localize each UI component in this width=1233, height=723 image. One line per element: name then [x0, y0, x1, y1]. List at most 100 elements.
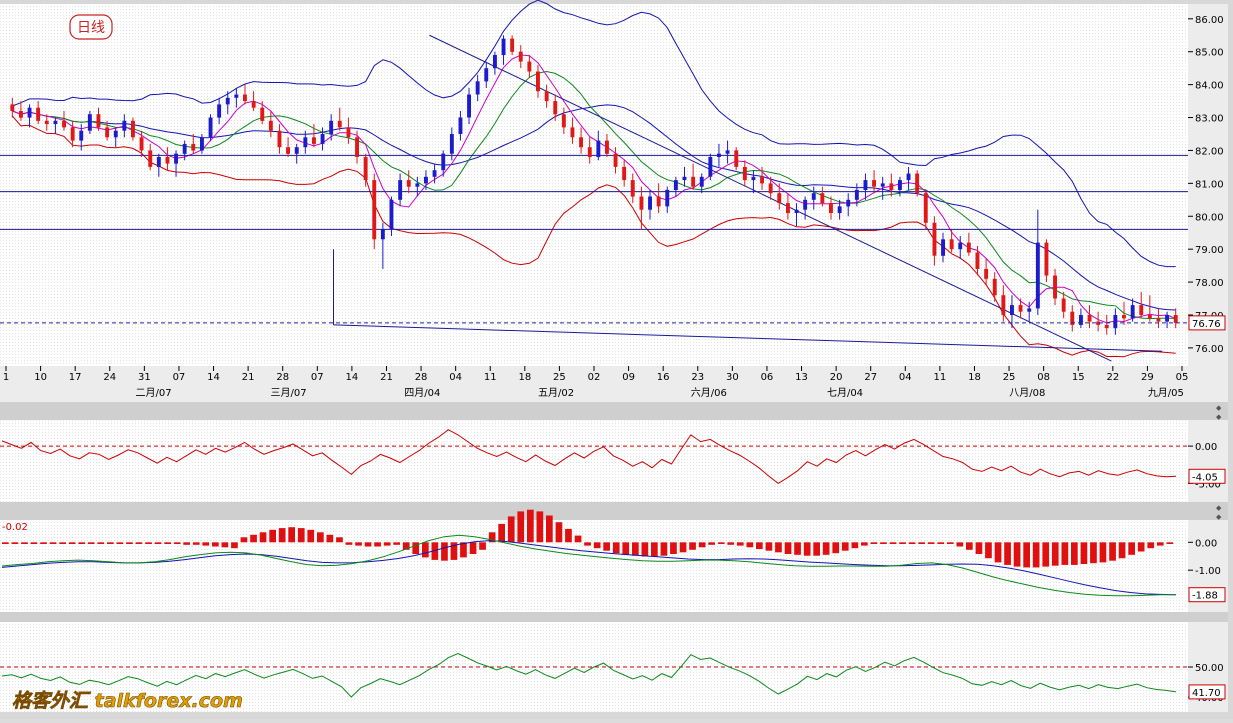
osc-tick-label: 0.00	[1195, 538, 1217, 549]
date-tick-label: 17	[69, 372, 82, 383]
macd-plot-area[interactable]	[0, 520, 1188, 612]
candle-body	[794, 209, 799, 213]
candle-body	[777, 193, 782, 204]
candle-body	[217, 104, 222, 118]
macd-histogram-bar	[908, 542, 916, 544]
macd-histogram-bar	[670, 542, 677, 554]
price-tick-label: 76.00	[1195, 344, 1224, 355]
macd-histogram-bar	[393, 542, 400, 545]
macd-histogram-bar	[49, 542, 57, 544]
expand-icon[interactable]: ◆	[1216, 413, 1222, 421]
macd-histogram-bar	[880, 542, 887, 544]
candle-body	[415, 183, 420, 187]
candle-body	[1122, 315, 1126, 319]
pane-separator-3[interactable]	[0, 612, 1228, 622]
macd-histogram-bar	[1090, 542, 1097, 564]
macd-histogram-bar	[30, 542, 38, 544]
candle-body	[717, 153, 721, 157]
timeframe-label: 日线	[77, 20, 105, 36]
macd-histogram-bar	[374, 542, 381, 547]
candle-body	[432, 170, 437, 177]
date-tick-label: 25	[553, 372, 566, 383]
candle-body	[984, 268, 989, 279]
price-tick-label: 79.00	[1195, 245, 1224, 256]
price-tick-label: 85.00	[1195, 48, 1224, 59]
candle-body	[200, 137, 204, 151]
month-label: 五月/02	[538, 387, 574, 399]
macd-histogram-bar	[1109, 542, 1116, 561]
macd-histogram-bar	[154, 542, 162, 544]
date-tick-label: 07	[311, 372, 324, 383]
pane-separator-1[interactable]: ◆ ◆	[0, 402, 1228, 421]
macd-histogram-bar	[78, 542, 86, 544]
osc-current-label: -4.05	[1192, 472, 1218, 483]
candle-body	[536, 71, 540, 92]
candle-body	[380, 229, 385, 240]
macd-histogram-bar	[689, 542, 696, 550]
candle-body	[837, 206, 842, 213]
collapse-icon[interactable]: ◆	[1216, 404, 1222, 412]
month-label: 九月/05	[1148, 387, 1184, 399]
candle-body	[303, 137, 308, 148]
candle-body	[484, 68, 489, 82]
candle-body	[768, 183, 773, 194]
candle-body	[811, 193, 816, 200]
candle-body	[820, 193, 825, 204]
macd-histogram-bar	[813, 542, 820, 556]
date-tick-label: 27	[864, 372, 877, 383]
candle-body	[329, 120, 334, 134]
macd-histogram-bar	[536, 511, 544, 543]
macd-histogram-bar	[775, 542, 782, 553]
candle-body	[372, 180, 377, 240]
candle-body	[389, 199, 394, 230]
macd-histogram-bar	[2, 542, 9, 544]
macd-histogram-bar	[126, 542, 133, 544]
candle-body	[1130, 305, 1135, 319]
candle-body	[829, 203, 833, 213]
date-tick-label: 25	[1003, 372, 1016, 383]
macd-histogram-bar	[527, 509, 534, 543]
macd-histogram-bar	[822, 542, 830, 555]
candle-body	[406, 180, 411, 187]
month-label: 三月/07	[270, 387, 306, 399]
macd-histogram-bar	[87, 542, 95, 544]
macd-histogram-bar	[317, 532, 324, 543]
macd-histogram-bar	[641, 542, 649, 557]
macd-histogram-bar	[250, 534, 257, 543]
macd-histogram-bar	[765, 542, 773, 551]
timeframe-badge[interactable]: 日线	[69, 14, 113, 40]
candle-body	[527, 61, 532, 72]
candle-body	[1010, 305, 1014, 315]
candle-body	[699, 176, 704, 187]
pane-separator-2[interactable]: ◆ ◆	[0, 502, 1228, 521]
collapse-icon[interactable]: ◆	[1216, 504, 1222, 512]
candle-body	[605, 140, 609, 154]
macd-histogram-bar	[622, 542, 630, 555]
date-tick-label: 09	[622, 372, 635, 383]
momentum-pane: 0.00-5.00-4.05	[0, 420, 1228, 502]
candle-body	[27, 107, 32, 118]
macd-histogram-bar	[460, 542, 467, 558]
expand-icon[interactable]: ◆	[1216, 513, 1222, 521]
date-tick-label: 24	[103, 372, 116, 383]
price-plot-area[interactable]	[0, 4, 1188, 366]
macd-histogram-bar	[1032, 542, 1040, 568]
macd-histogram-bar	[1128, 542, 1135, 555]
month-label: 七月/04	[827, 387, 863, 399]
candle-body	[872, 180, 876, 187]
candle-body	[424, 176, 428, 184]
macd-histogram-bar	[364, 542, 372, 547]
candle-body	[1147, 315, 1152, 319]
candle-body	[363, 157, 368, 180]
macd-histogram-bar	[517, 511, 525, 543]
candle-body	[1027, 308, 1032, 312]
macd-histogram-bar	[1042, 542, 1050, 567]
candle-body	[1139, 305, 1144, 315]
candle-body	[1104, 324, 1109, 329]
date-tick-label: 08	[1037, 372, 1050, 383]
macd-histogram-bar	[632, 542, 639, 556]
price-tick-label: 81.00	[1195, 179, 1224, 190]
date-tick-label: 30	[726, 372, 739, 383]
macd-histogram-bar	[746, 542, 754, 548]
candle-body	[36, 107, 41, 121]
